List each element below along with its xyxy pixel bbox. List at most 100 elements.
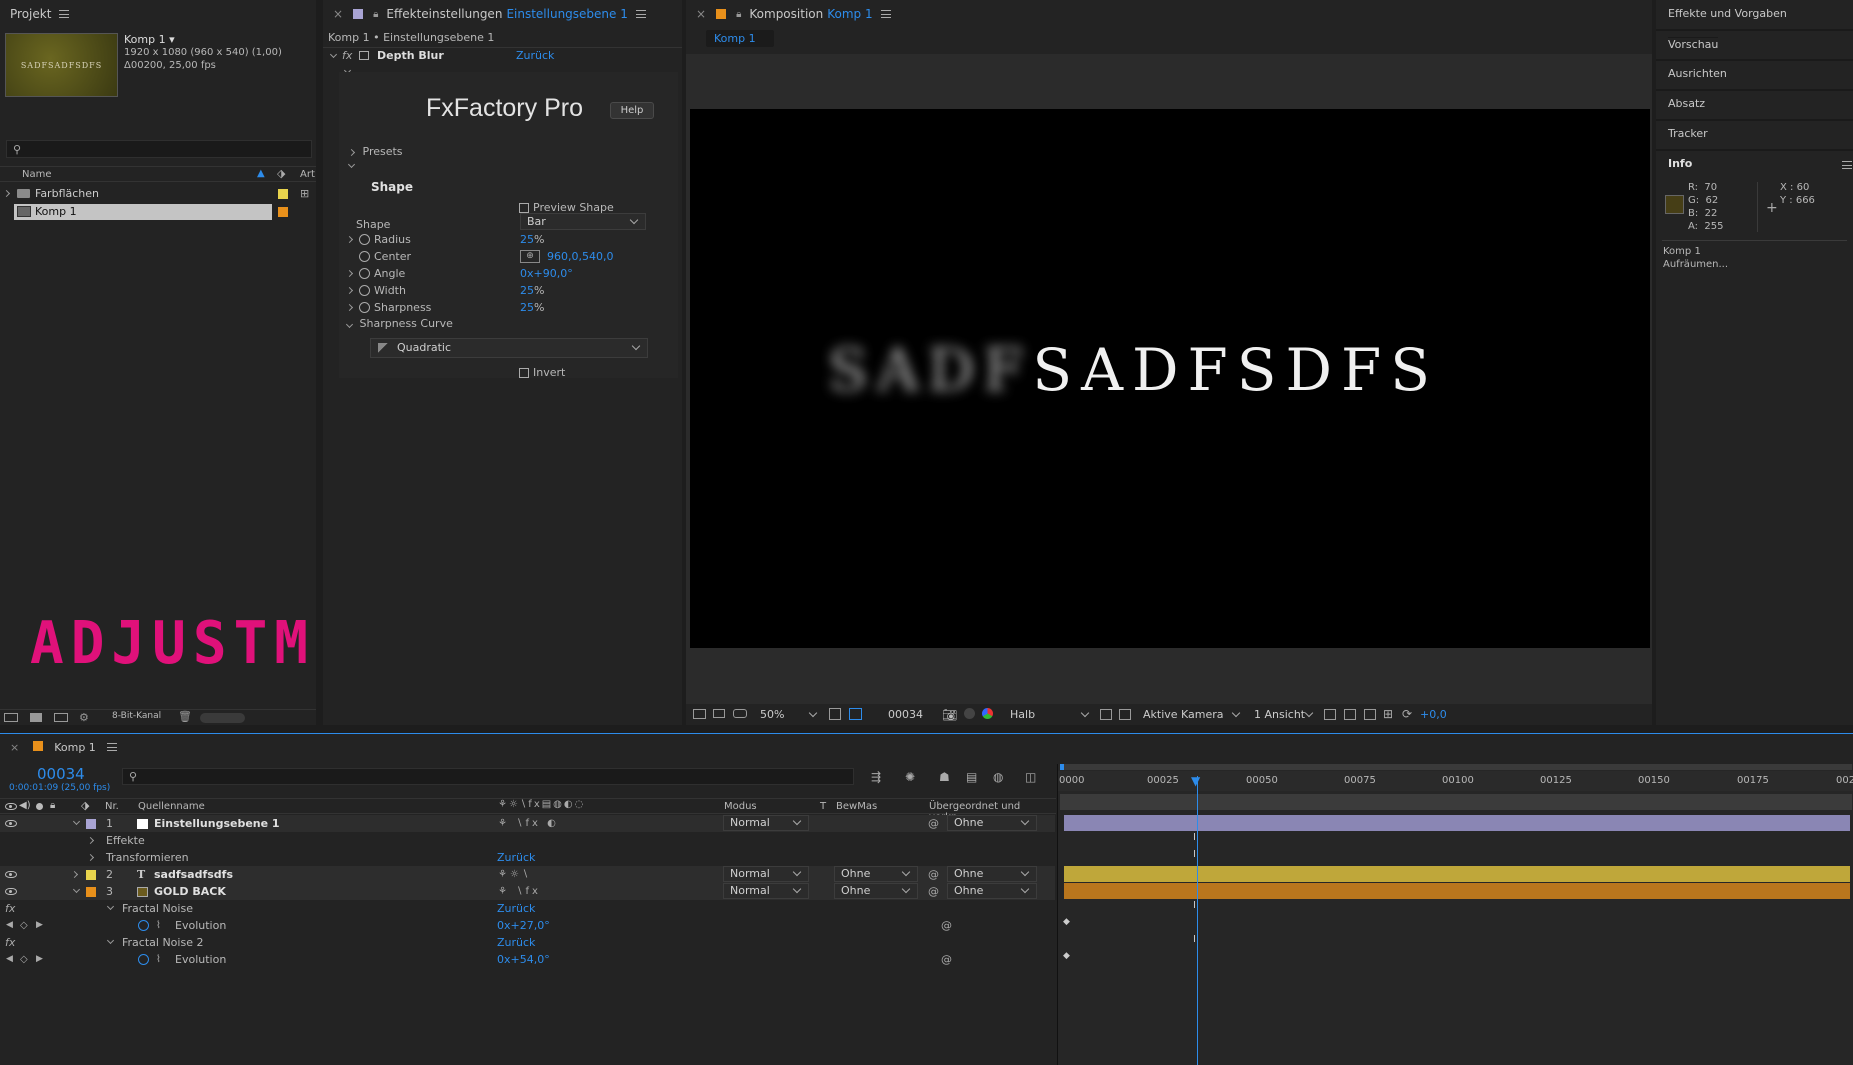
bit-depth-button[interactable]: 8-Bit-Kanal	[112, 711, 161, 721]
exposure-value[interactable]: +0,0	[1420, 708, 1447, 721]
project-item-comp[interactable]: Komp 1	[14, 204, 272, 220]
param-value[interactable]: 0x+90,0°	[520, 267, 573, 280]
sort-asc-icon[interactable]: ▲	[257, 168, 265, 179]
playhead-line[interactable]	[1197, 776, 1198, 1065]
layer-name[interactable]: GOLD BACK	[154, 883, 226, 900]
stopwatch-icon[interactable]	[359, 251, 370, 262]
graph-editor-icon[interactable]: ◫	[1025, 770, 1036, 784]
layer-1-effects-row[interactable]: Effekte	[0, 832, 1055, 849]
close-icon[interactable]: ×	[696, 7, 706, 21]
stopwatch-icon[interactable]	[359, 234, 370, 245]
graph-icon[interactable]: ⌇	[156, 951, 161, 968]
visibility-eye-icon[interactable]	[5, 888, 17, 895]
prev-keyframe-icon[interactable]: ◀	[6, 917, 13, 934]
fractal-noise-row[interactable]: fx Fractal Noise Zurück	[0, 900, 1055, 917]
layer-label-color[interactable]	[86, 870, 96, 880]
comp-mini-flowchart-icon[interactable]: ⇶	[871, 770, 881, 784]
label-color-swatch[interactable]	[278, 207, 288, 217]
layer-parent-dropdown[interactable]: Ohne	[947, 883, 1037, 899]
toggle-pixel-icon[interactable]	[1324, 709, 1336, 720]
collapse-chevron-icon[interactable]	[106, 902, 115, 911]
chevron-down-icon[interactable]	[1231, 708, 1241, 718]
curve-dropdown[interactable]: Quadratic	[370, 338, 648, 358]
fx-icon[interactable]: fx	[342, 49, 352, 62]
timeline-timecode[interactable]: 00034	[37, 765, 85, 783]
prev-keyframe-icon[interactable]: ◀	[6, 951, 13, 968]
effect-controls-menu-icon[interactable]	[635, 10, 646, 18]
stopwatch-icon[interactable]	[359, 268, 370, 279]
layer-switches[interactable]: ⚘☼∖	[498, 866, 531, 883]
switches-icons[interactable]: ⚘☼∖fx▤◍◐◌	[498, 799, 585, 810]
layer-bar-2[interactable]	[1064, 866, 1850, 882]
collapse-chevron-icon[interactable]	[72, 885, 81, 894]
stopwatch-icon[interactable]	[138, 920, 149, 931]
close-icon[interactable]: ×	[10, 741, 19, 754]
keyframe-icon[interactable]: ◆	[1063, 917, 1070, 927]
layer-mode-dropdown[interactable]: Normal	[723, 866, 809, 882]
pickwhip-icon[interactable]: @	[928, 866, 939, 883]
layer-1-transform-row[interactable]: Transformieren Zurück	[0, 849, 1055, 866]
pickwhip-icon[interactable]: @	[928, 815, 939, 832]
chevron-down-icon[interactable]	[808, 708, 818, 718]
effect-name[interactable]: Depth Blur	[377, 49, 444, 62]
next-keyframe-icon[interactable]: ▶	[36, 917, 43, 934]
comp-canvas[interactable]: SADFSADFSDFS	[690, 109, 1650, 648]
layer-parent-dropdown[interactable]: Ohne	[947, 815, 1037, 831]
stopwatch-icon[interactable]	[359, 285, 370, 296]
collapse-chevron-icon[interactable]	[106, 936, 115, 945]
motion-blur-icon[interactable]: ◍	[993, 770, 1003, 784]
fx-icon[interactable]: fx	[5, 934, 15, 951]
layer-bar-3[interactable]	[1064, 883, 1850, 899]
param-value[interactable]: 25	[520, 284, 534, 297]
param-value[interactable]: 25	[520, 233, 534, 246]
project-menu-icon[interactable]	[59, 10, 70, 18]
expression-pickwhip-icon[interactable]: @	[941, 917, 952, 934]
new-comp-icon[interactable]	[54, 713, 68, 722]
panel-preview[interactable]: Vorschau	[1668, 37, 1719, 51]
visibility-eye-icon[interactable]	[5, 871, 17, 878]
next-keyframe-icon[interactable]: ▶	[36, 951, 43, 968]
draft-3d-icon[interactable]: ✺	[905, 770, 915, 784]
vr-icon[interactable]	[733, 709, 747, 718]
timeline-tab[interactable]: × Komp 1	[10, 741, 118, 754]
expand-chevron-icon[interactable]	[2, 189, 11, 198]
pickwhip-icon[interactable]: @	[928, 883, 939, 900]
composition-name[interactable]: Komp 1	[827, 7, 872, 21]
graph-icon[interactable]: ⌇	[156, 917, 161, 934]
col-type[interactable]: Art	[300, 169, 315, 180]
camera-snapshot-icon[interactable]: 📷︎	[942, 708, 957, 722]
project-item-solids[interactable]: Farbflächen ⊞	[0, 186, 316, 202]
reset-exposure-icon[interactable]: ⟳	[1402, 707, 1412, 721]
work-area-bar[interactable]	[1060, 764, 1852, 770]
resolution-dropdown[interactable]: Halb	[1010, 708, 1035, 721]
layer-bar-1[interactable]	[1064, 815, 1850, 831]
lock-icon[interactable]: 🔒︎	[736, 9, 741, 20]
layer-name[interactable]: sadfsadfsdfs	[154, 866, 233, 883]
timeline-search-input[interactable]: ⚲	[122, 768, 854, 785]
layer-row-1[interactable]: 1 Einstellungsebene 1 ⚘ ∖fx ◐ Normal @ O…	[0, 815, 1055, 832]
col-name[interactable]: Name	[22, 169, 52, 180]
reset-link[interactable]: Zurück	[497, 849, 535, 866]
fractal-noise-2-row[interactable]: fx Fractal Noise 2 Zurück	[0, 934, 1055, 951]
eye-icon[interactable]	[5, 803, 17, 810]
layer-mode-dropdown[interactable]: Normal	[723, 883, 809, 899]
composition-title[interactable]: Komposition	[749, 7, 823, 21]
panel-tracker[interactable]: Tracker	[1668, 127, 1708, 140]
info-title[interactable]: Info	[1668, 157, 1692, 170]
layer-trkmat-dropdown[interactable]: Ohne	[834, 883, 918, 899]
lock-icon[interactable]: 🔒︎	[50, 800, 55, 811]
flowchart-icon[interactable]: ⚙	[79, 711, 89, 724]
layer-parent-dropdown[interactable]: Ohne	[947, 866, 1037, 882]
presets-row[interactable]: Presets	[347, 145, 403, 158]
chevron-down-icon[interactable]	[1304, 708, 1314, 718]
transparency-grid-icon[interactable]	[1119, 709, 1131, 720]
lock-icon[interactable]: 🔒︎	[373, 9, 378, 20]
property-value[interactable]: 0x+54,0°	[497, 951, 550, 968]
param-value[interactable]: 960,0,540,0	[547, 250, 613, 263]
expression-pickwhip-icon[interactable]: @	[941, 951, 952, 968]
property-value[interactable]: 0x+27,0°	[497, 917, 550, 934]
reset-link[interactable]: Zurück	[497, 900, 535, 917]
panel-paragraph[interactable]: Absatz	[1668, 97, 1705, 110]
expand-chevron-icon[interactable]	[347, 148, 356, 157]
timeline-track-area[interactable]: 0000 00025 00050 00075 00100 00125 00150…	[1057, 764, 1853, 1065]
